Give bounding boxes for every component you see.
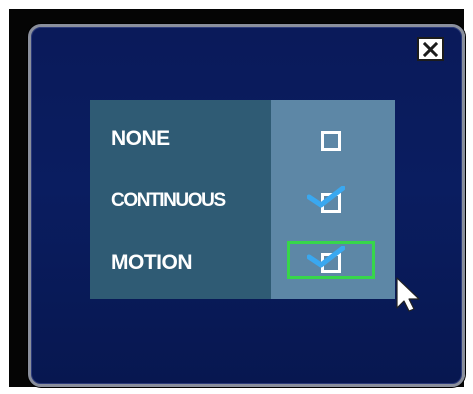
option-label-none: NONE bbox=[111, 127, 170, 150]
checkbox-motion[interactable] bbox=[321, 253, 341, 273]
close-icon bbox=[423, 41, 438, 57]
checkbox-continuous[interactable] bbox=[321, 193, 341, 213]
option-label-continuous: CONTINUOUS bbox=[111, 190, 226, 211]
mouse-pointer-icon bbox=[396, 277, 420, 312]
recording-mode-panel: NONE CONTINUOUS MOTION bbox=[90, 100, 395, 299]
option-label-motion: MOTION bbox=[111, 251, 193, 274]
checkbox-none[interactable] bbox=[321, 131, 341, 151]
close-button[interactable] bbox=[417, 37, 444, 61]
